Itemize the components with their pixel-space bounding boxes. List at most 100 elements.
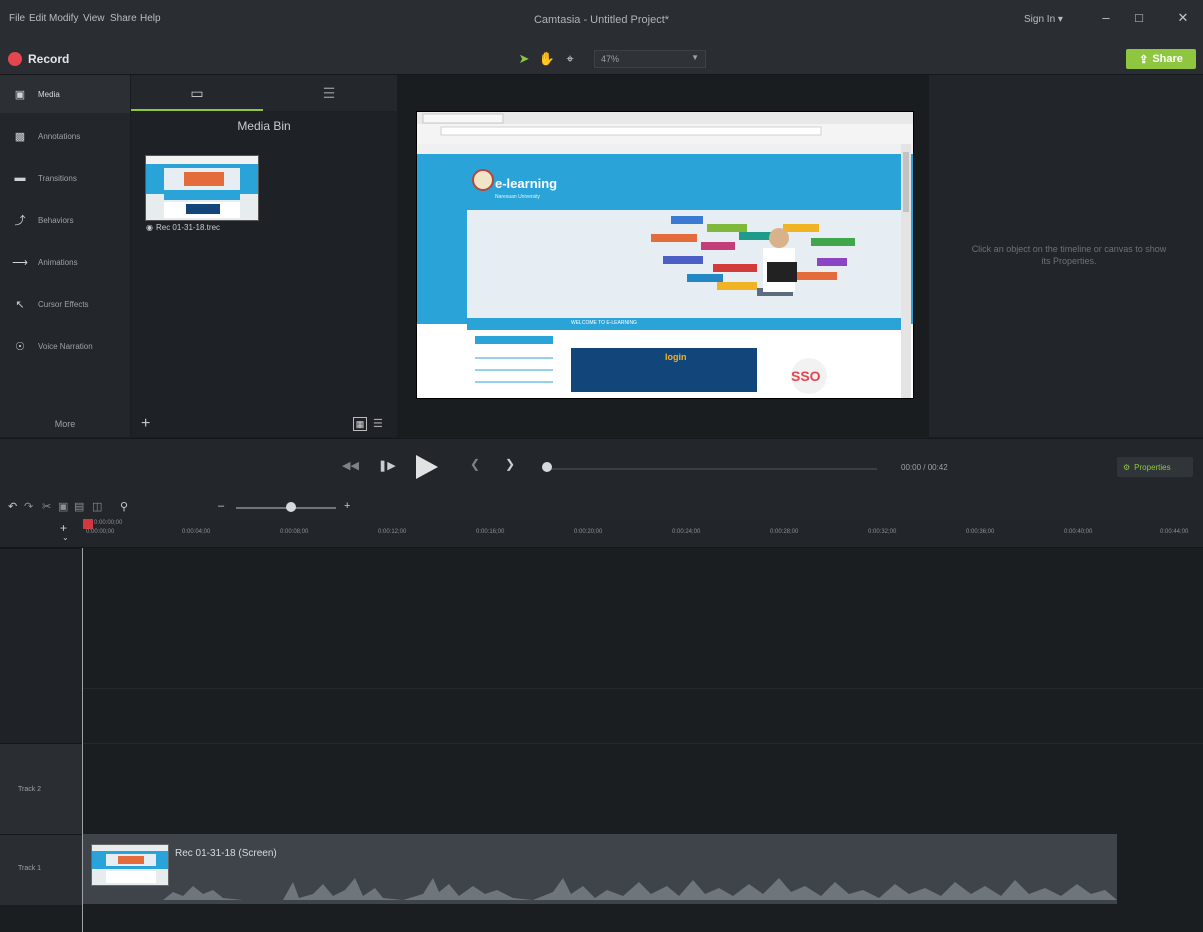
redo-icon[interactable]: ↷ bbox=[24, 500, 33, 513]
menu-modify[interactable]: Modify bbox=[49, 13, 78, 24]
media-bin-tab-icon: ▭ bbox=[190, 85, 204, 101]
login-banner: login bbox=[665, 352, 687, 362]
animations-icon: ⟶ bbox=[12, 256, 28, 269]
tick-label: 0:00:32;00 bbox=[868, 529, 897, 535]
tick-label: 0:00:20;00 bbox=[574, 529, 603, 535]
list-view-icon[interactable]: ☰ bbox=[373, 417, 383, 430]
playhead-handle[interactable] bbox=[83, 519, 93, 529]
recording-icon: ◉ bbox=[146, 223, 153, 232]
minimize-icon[interactable]: – bbox=[1093, 8, 1119, 28]
rail-item-label: Voice Narration bbox=[38, 341, 93, 351]
play-icon[interactable] bbox=[414, 453, 440, 481]
properties-button[interactable]: ⚙ Properties bbox=[1117, 457, 1193, 477]
next-marker-icon[interactable]: ❯ bbox=[505, 457, 515, 471]
microphone-icon: ☉ bbox=[15, 340, 25, 353]
rail-item-label: Animations bbox=[38, 257, 78, 267]
behaviors-icon: ⤴ bbox=[14, 215, 26, 227]
scrub-track[interactable] bbox=[547, 468, 877, 470]
playback-bar: ◀◀ ❚▶ ❮ ❯ 00:00 / 00:42 ⚙ Properties bbox=[0, 438, 1203, 497]
tab-library[interactable]: ☰ bbox=[263, 75, 395, 111]
media-clip[interactable]: Rec 01-31-18 (Screen) bbox=[83, 834, 1117, 904]
close-icon[interactable]: ✕ bbox=[1170, 8, 1196, 28]
step-forward-icon[interactable]: ❚▶ bbox=[378, 459, 396, 472]
record-button[interactable]: Record bbox=[8, 50, 69, 68]
rail-item-label: Annotations bbox=[38, 131, 81, 141]
canvas-area: e-learning Naresuan University WELCOME T… bbox=[398, 75, 928, 437]
tools-rail: ▣ Media ▩ Annotations ▬ Transitions ⤴ Be… bbox=[0, 75, 130, 437]
media-icon: ▣ bbox=[14, 88, 26, 101]
add-media-icon[interactable]: + bbox=[141, 415, 150, 433]
rail-item-label: Transitions bbox=[38, 173, 77, 183]
canvas-preview[interactable]: e-learning Naresuan University WELCOME T… bbox=[416, 111, 914, 399]
transitions-icon: ▬ bbox=[14, 172, 26, 184]
maximize-icon[interactable]: □ bbox=[1126, 8, 1152, 28]
cursor-effects-icon: ↖ bbox=[15, 298, 25, 311]
timecode: 00:00 / 00:42 bbox=[901, 463, 948, 472]
undo-icon[interactable]: ↶ bbox=[8, 500, 17, 513]
zoom-slider-handle[interactable] bbox=[286, 502, 296, 512]
clip-thumbnail-preview bbox=[92, 845, 168, 885]
scrub-handle[interactable] bbox=[542, 462, 552, 472]
media-thumbnail[interactable] bbox=[145, 155, 259, 221]
zoom-out-icon[interactable]: – bbox=[218, 500, 224, 512]
rail-item-transitions[interactable]: ▬ Transitions bbox=[0, 159, 130, 197]
sign-in-button[interactable]: Sign In ▾ bbox=[1024, 14, 1063, 25]
cut-icon[interactable]: ✂ bbox=[42, 500, 51, 513]
previous-marker-icon[interactable]: ❮ bbox=[470, 457, 480, 471]
track-row-empty bbox=[83, 688, 1203, 744]
playhead-line[interactable] bbox=[82, 548, 83, 932]
pointer-icon[interactable]: ➤ bbox=[515, 50, 533, 68]
rail-item-annotations[interactable]: ▩ Annotations bbox=[0, 117, 130, 155]
gear-icon: ⚙ bbox=[1123, 462, 1131, 472]
track-row-2[interactable] bbox=[83, 743, 1203, 834]
track-header-1[interactable]: Track 1 bbox=[0, 834, 82, 905]
media-item[interactable]: ◉ Rec 01-31-18.trec bbox=[146, 223, 220, 232]
rail-item-behaviors[interactable]: ⤴ Behaviors bbox=[0, 201, 130, 239]
zoom-in-icon[interactable]: + bbox=[344, 500, 350, 512]
media-item-label: Rec 01-31-18.trec bbox=[155, 223, 221, 232]
paste-icon[interactable]: ▤ bbox=[74, 500, 84, 513]
tick-label: 0:00:08;00 bbox=[280, 529, 309, 535]
share-icon: ⇪ bbox=[1139, 53, 1149, 66]
playhead-time: 0:00:00;00 bbox=[94, 520, 123, 526]
step-back-icon[interactable]: ◀◀ bbox=[342, 459, 359, 472]
rail-item-voice-narration[interactable]: ☉ Voice Narration bbox=[0, 327, 130, 365]
clip-thumbnail bbox=[91, 844, 169, 886]
grid-view-icon[interactable]: ▦ bbox=[353, 417, 367, 431]
zoom-icon[interactable]: ⚲ bbox=[120, 500, 128, 513]
rail-item-cursor-effects[interactable]: ↖ Cursor Effects bbox=[0, 285, 130, 323]
tab-media-bin[interactable]: ▭ bbox=[131, 75, 263, 111]
share-button[interactable]: ⇪ Share bbox=[1126, 49, 1196, 69]
announcement-bar: WELCOME TO E-LEARNING bbox=[571, 320, 637, 326]
menu-help[interactable]: Help bbox=[140, 13, 161, 24]
zoom-dropdown[interactable]: 47% ▼ bbox=[594, 50, 706, 68]
split-icon[interactable]: ◫ bbox=[92, 500, 102, 513]
library-tab-icon: ☰ bbox=[322, 85, 336, 101]
hand-icon[interactable]: ✋ bbox=[538, 50, 556, 68]
rail-item-label: Behaviors bbox=[38, 215, 74, 225]
record-icon bbox=[8, 52, 22, 66]
tick-label: 0:00:24;00 bbox=[672, 529, 701, 535]
chevron-down-icon[interactable]: ⌄ bbox=[62, 533, 69, 542]
menu-share[interactable]: Share bbox=[110, 13, 137, 24]
audio-waveform bbox=[83, 878, 1117, 900]
record-label: Record bbox=[28, 52, 70, 66]
menu-file[interactable]: File bbox=[9, 13, 25, 24]
crop-icon[interactable]: ⌖ bbox=[561, 50, 579, 68]
window-title: Camtasia - Untitled Project* bbox=[533, 14, 670, 26]
share-label: Share bbox=[1152, 53, 1183, 65]
track-header-2[interactable]: Track 2 bbox=[0, 743, 82, 834]
menu-bar: File Edit Modify View Share Help Camtasi… bbox=[0, 0, 1203, 44]
tick-label: 0:00:12;00 bbox=[378, 529, 407, 535]
properties-hint: Click an object on the timeline or canva… bbox=[971, 244, 1167, 266]
tick-label: 0:00:44;00 bbox=[1160, 529, 1189, 535]
more-button[interactable]: More bbox=[0, 413, 130, 435]
timeline-ruler[interactable]: + ⌄ 0:00:00;00 0:00:00;00 0:00:04;00 0:0… bbox=[0, 519, 1203, 548]
menu-view[interactable]: View bbox=[83, 13, 105, 24]
clip-name: Rec 01-31-18 (Screen) bbox=[175, 848, 277, 859]
rail-item-animations[interactable]: ⟶ Animations bbox=[0, 243, 130, 281]
copy-icon[interactable]: ▣ bbox=[58, 500, 68, 513]
menu-edit[interactable]: Edit bbox=[29, 13, 46, 24]
track-label: Track 2 bbox=[18, 786, 42, 793]
rail-item-media[interactable]: ▣ Media bbox=[0, 75, 130, 113]
